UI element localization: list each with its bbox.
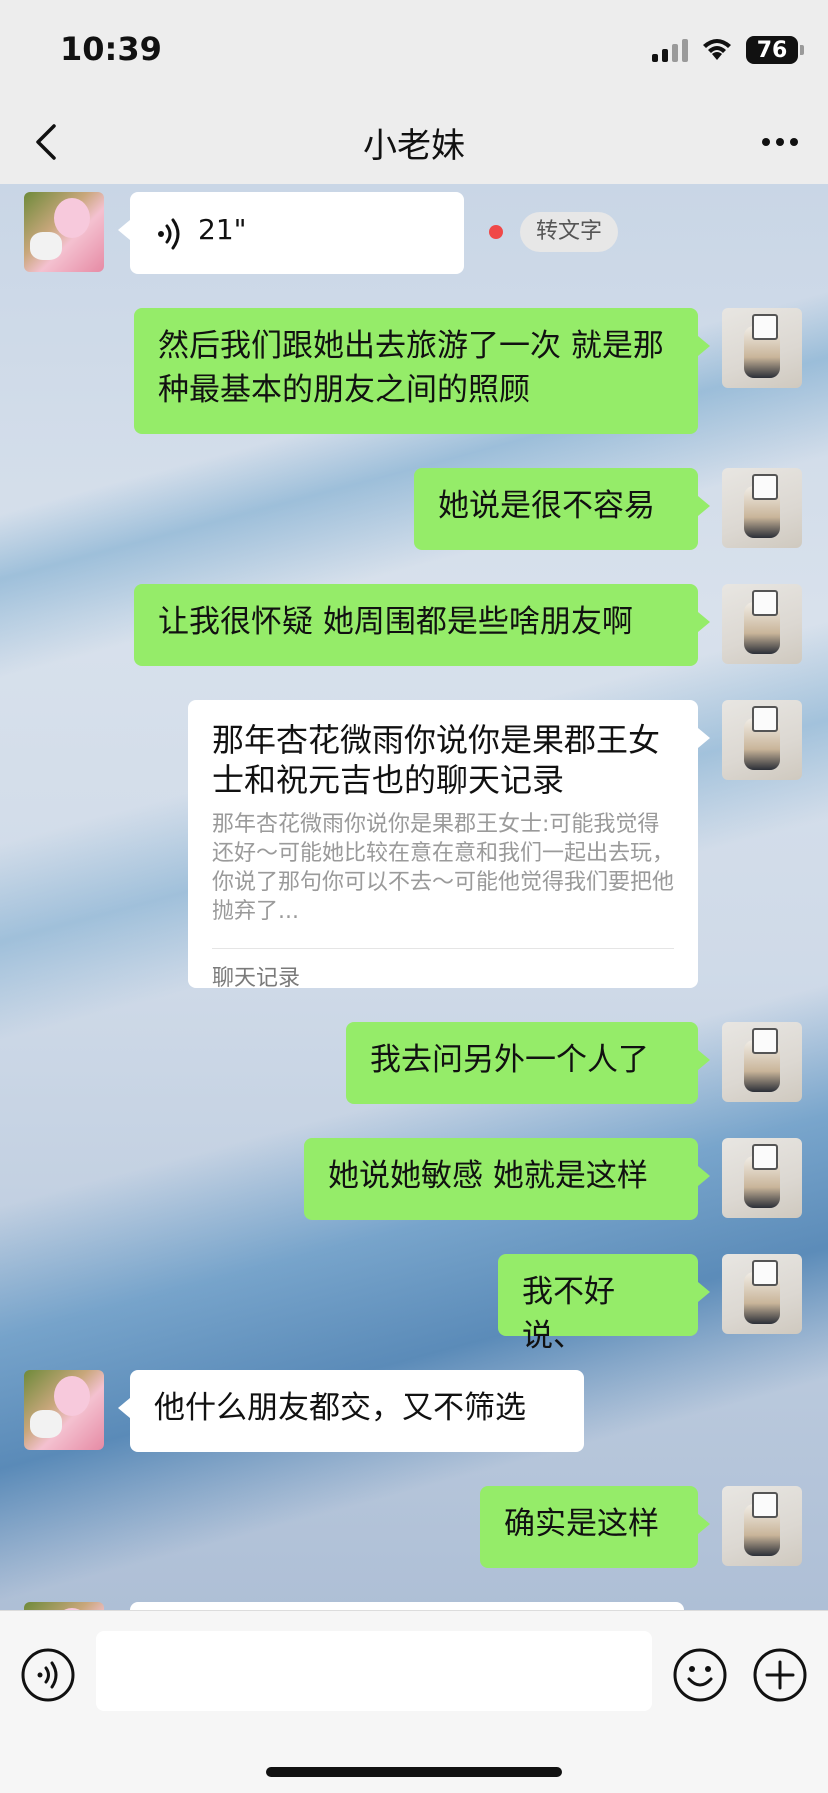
message-bubble-sent[interactable]: 她说是很不容易 — [414, 468, 710, 550]
message-bubble-sent[interactable]: 我去问另外一个人了 — [346, 1022, 710, 1104]
status-time: 10:39 — [60, 30, 162, 68]
contact-avatar[interactable] — [24, 1370, 104, 1450]
message-bubble-sent[interactable]: 她说她敏感 她就是这样 — [304, 1138, 710, 1220]
my-avatar[interactable] — [722, 1022, 802, 1102]
chat-title: 小老妹 — [363, 126, 465, 166]
home-indicator[interactable] — [266, 1767, 562, 1777]
voice-wave-icon — [158, 218, 180, 250]
chat-record-label: 聊天记录 — [212, 966, 301, 991]
voice-duration: 21" — [198, 213, 247, 246]
contact-avatar[interactable] — [24, 1602, 104, 1610]
my-avatar[interactable] — [722, 584, 802, 664]
chat-message-list[interactable]: 21" 转文字 然后我们跟她出去旅游了一次 就是那种最基本的朋友之间的照顾 她说… — [0, 184, 828, 1610]
message-bubble-sent[interactable]: 让我很怀疑 她周围都是些啥朋友啊 — [134, 584, 710, 666]
unread-dot — [489, 225, 503, 239]
add-more-icon[interactable] — [752, 1647, 808, 1703]
card-divider — [212, 948, 674, 949]
input-bar — [0, 1610, 828, 1793]
cellular-signal-icon — [652, 38, 688, 62]
battery-indicator: 76 — [746, 36, 804, 64]
message-bubble-sent[interactable]: 然后我们跟她出去旅游了一次 就是那种最基本的朋友之间的照顾 — [134, 308, 710, 434]
my-avatar[interactable] — [722, 308, 802, 388]
chat-record-summary: 那年杏花微雨你说你是果郡王女士:可能我觉得还好～可能她比较在意在意和我们一起出去… — [212, 812, 675, 924]
chat-record-title: 那年杏花微雨你说你是果郡王女士和祝元吉也的聊天记录 — [212, 721, 661, 799]
voice-message-bubble[interactable]: 21" — [118, 192, 464, 274]
my-avatar[interactable] — [722, 468, 802, 548]
my-avatar[interactable] — [722, 700, 802, 780]
emoji-icon[interactable] — [672, 1647, 728, 1703]
more-options-icon[interactable] — [756, 120, 804, 164]
message-bubble-sent[interactable]: 确实是这样 — [480, 1486, 710, 1568]
chat-record-card[interactable]: 那年杏花微雨你说你是果郡王女士和祝元吉也的聊天记录 那年杏花微雨你说你是果郡王女… — [188, 700, 710, 991]
voice-input-icon[interactable] — [20, 1647, 76, 1703]
message-input[interactable] — [96, 1631, 652, 1711]
status-icons: 76 — [652, 34, 804, 66]
nav-bar: 小老妹 — [0, 100, 828, 185]
message-bubble-received-partial[interactable] — [130, 1602, 684, 1610]
wifi-icon — [703, 39, 731, 60]
my-avatar[interactable] — [722, 1486, 802, 1566]
message-bubble-sent[interactable]: 我不好说、 — [498, 1254, 710, 1354]
status-bar: 10:39 76 — [0, 0, 828, 100]
message-bubble-received[interactable]: 他什么朋友都交，又不筛选 — [118, 1370, 584, 1452]
contact-avatar[interactable] — [24, 192, 104, 272]
transcribe-button[interactable]: 转文字 — [520, 212, 619, 252]
my-avatar[interactable] — [722, 1138, 802, 1218]
my-avatar[interactable] — [722, 1254, 802, 1334]
